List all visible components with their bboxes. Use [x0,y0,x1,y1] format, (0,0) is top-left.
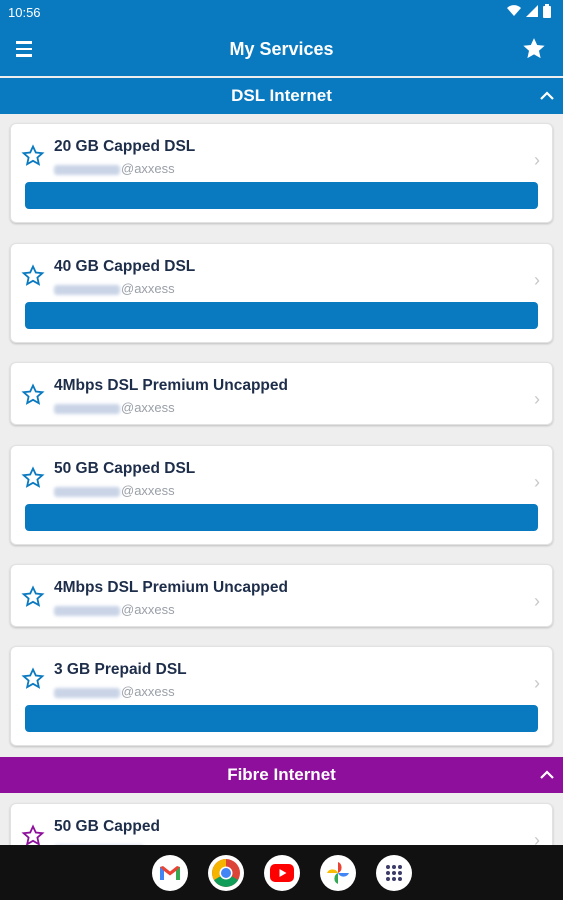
star-outline-icon[interactable] [21,144,45,168]
chevron-right-icon: › [534,270,540,290]
apps-icon[interactable] [375,854,412,891]
status-time: 10:56 [8,5,41,20]
signal-icon [526,5,538,17]
favorites-star-icon[interactable] [521,36,547,62]
chrome-icon[interactable] [207,854,244,891]
usage-bar [25,182,538,209]
usage-bar [25,705,538,732]
section-header-fibre[interactable]: Fibre Internet [0,757,563,793]
service-name: 3 GB Prepaid DSL [54,661,187,678]
service-username: @axxess [54,483,175,498]
redacted-username [54,164,120,175]
chevron-right-icon: › [534,673,540,693]
app-dock [0,845,563,900]
chevron-right-icon: › [534,472,540,492]
service-card[interactable]: 4Mbps DSL Premium Uncapped @axxess › [10,564,553,627]
star-outline-icon[interactable] [21,466,45,490]
redacted-username [54,687,120,698]
service-card[interactable]: 50 GB Capped DSL @axxess › [10,445,553,545]
gmail-icon[interactable] [151,854,188,891]
usage-bar [25,504,538,531]
service-username: @axxess [54,400,175,415]
redacted-username [54,403,120,414]
chevron-right-icon: › [534,389,540,409]
battery-icon [543,4,551,18]
section-header-dsl[interactable]: DSL Internet [0,78,563,114]
app-bar: My Services [0,24,563,76]
service-card[interactable]: 4Mbps DSL Premium Uncapped @axxess › [10,362,553,425]
photos-icon[interactable] [319,854,356,891]
chevron-right-icon: › [534,150,540,170]
star-outline-icon[interactable] [21,264,45,288]
status-bar: 10:56 [0,0,563,24]
star-outline-icon[interactable] [21,585,45,609]
redacted-username [54,605,120,616]
youtube-icon[interactable] [263,854,300,891]
chevron-right-icon: › [534,591,540,611]
service-card[interactable]: 3 GB Prepaid DSL @axxess › [10,646,553,746]
section-title-fibre: Fibre Internet [227,765,336,784]
service-name: 40 GB Capped DSL [54,258,196,275]
service-card[interactable]: 40 GB Capped DSL @axxess › [10,243,553,343]
redacted-username [54,284,120,295]
usage-bar [25,302,538,329]
service-username: @axxess [54,602,175,617]
chevron-up-icon[interactable] [539,88,555,104]
service-card[interactable]: 20 GB Capped DSL @axxess › [10,123,553,223]
star-outline-icon[interactable] [21,667,45,691]
service-name: 20 GB Capped DSL [54,138,196,155]
service-name: 50 GB Capped DSL [54,460,196,477]
page-title: My Services [229,39,334,59]
section-title-dsl: DSL Internet [231,86,332,105]
status-icons [507,4,551,18]
star-outline-icon[interactable] [21,383,45,407]
service-name: 4Mbps DSL Premium Uncapped [54,579,288,596]
service-name: 50 GB Capped [54,818,160,835]
wifi-icon [507,5,521,17]
service-username: @axxess [54,161,175,176]
redacted-username [54,486,120,497]
service-username: @axxess [54,281,175,296]
service-name: 4Mbps DSL Premium Uncapped [54,377,288,394]
service-username: @axxess [54,684,175,699]
chevron-up-icon[interactable] [539,767,555,783]
